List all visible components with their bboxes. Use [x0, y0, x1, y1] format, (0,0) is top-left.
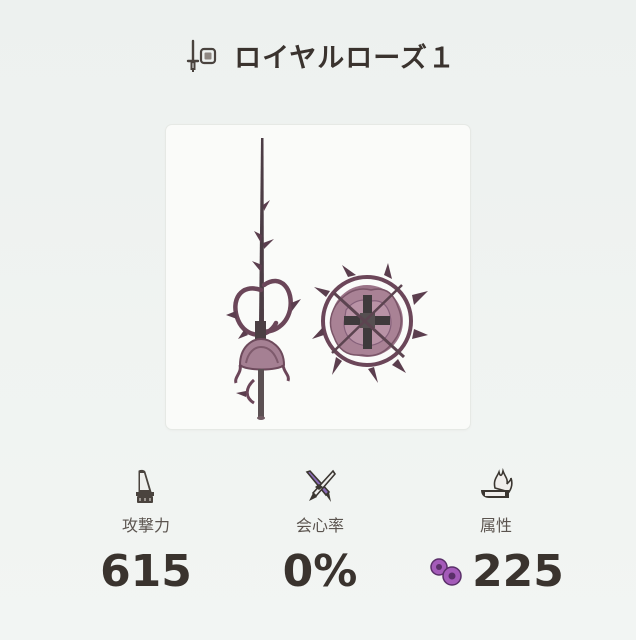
weapon-name: ロイヤルローズ１ — [234, 43, 456, 74]
attack-stat: 攻撃力 615 — [56, 468, 236, 597]
element-value: 225 — [472, 546, 564, 597]
weapon-title-row: ロイヤルローズ１ — [0, 36, 636, 75]
affinity-value-row: 0% — [230, 546, 410, 597]
attack-label: 攻撃力 — [121, 516, 170, 535]
affinity-crossed-blades-icon — [305, 469, 337, 502]
sword-and-shield-icon — [186, 39, 217, 72]
poison-bubbles-icon — [430, 557, 462, 586]
attack-value: 615 — [100, 546, 192, 597]
weapon-image-card — [166, 125, 470, 429]
element-stat: 属性 225 — [406, 468, 586, 597]
element-flame-blade-icon — [481, 468, 513, 498]
element-value-row: 225 — [406, 546, 586, 597]
affinity-label: 会心率 — [295, 516, 344, 535]
affinity-stat: 会心率 0% — [230, 468, 410, 597]
attack-value-row: 615 — [56, 546, 236, 597]
weapon-shield-illustration — [312, 263, 428, 383]
weapon-sword-illustration — [226, 138, 301, 420]
affinity-value: 0% — [282, 546, 358, 597]
weapon-stats: 攻撃力 615 会心率 0% 属性 225 — [0, 468, 636, 608]
weapon-image — [226, 138, 428, 420]
element-label: 属性 — [479, 516, 512, 535]
attack-blade-icon — [136, 469, 154, 503]
